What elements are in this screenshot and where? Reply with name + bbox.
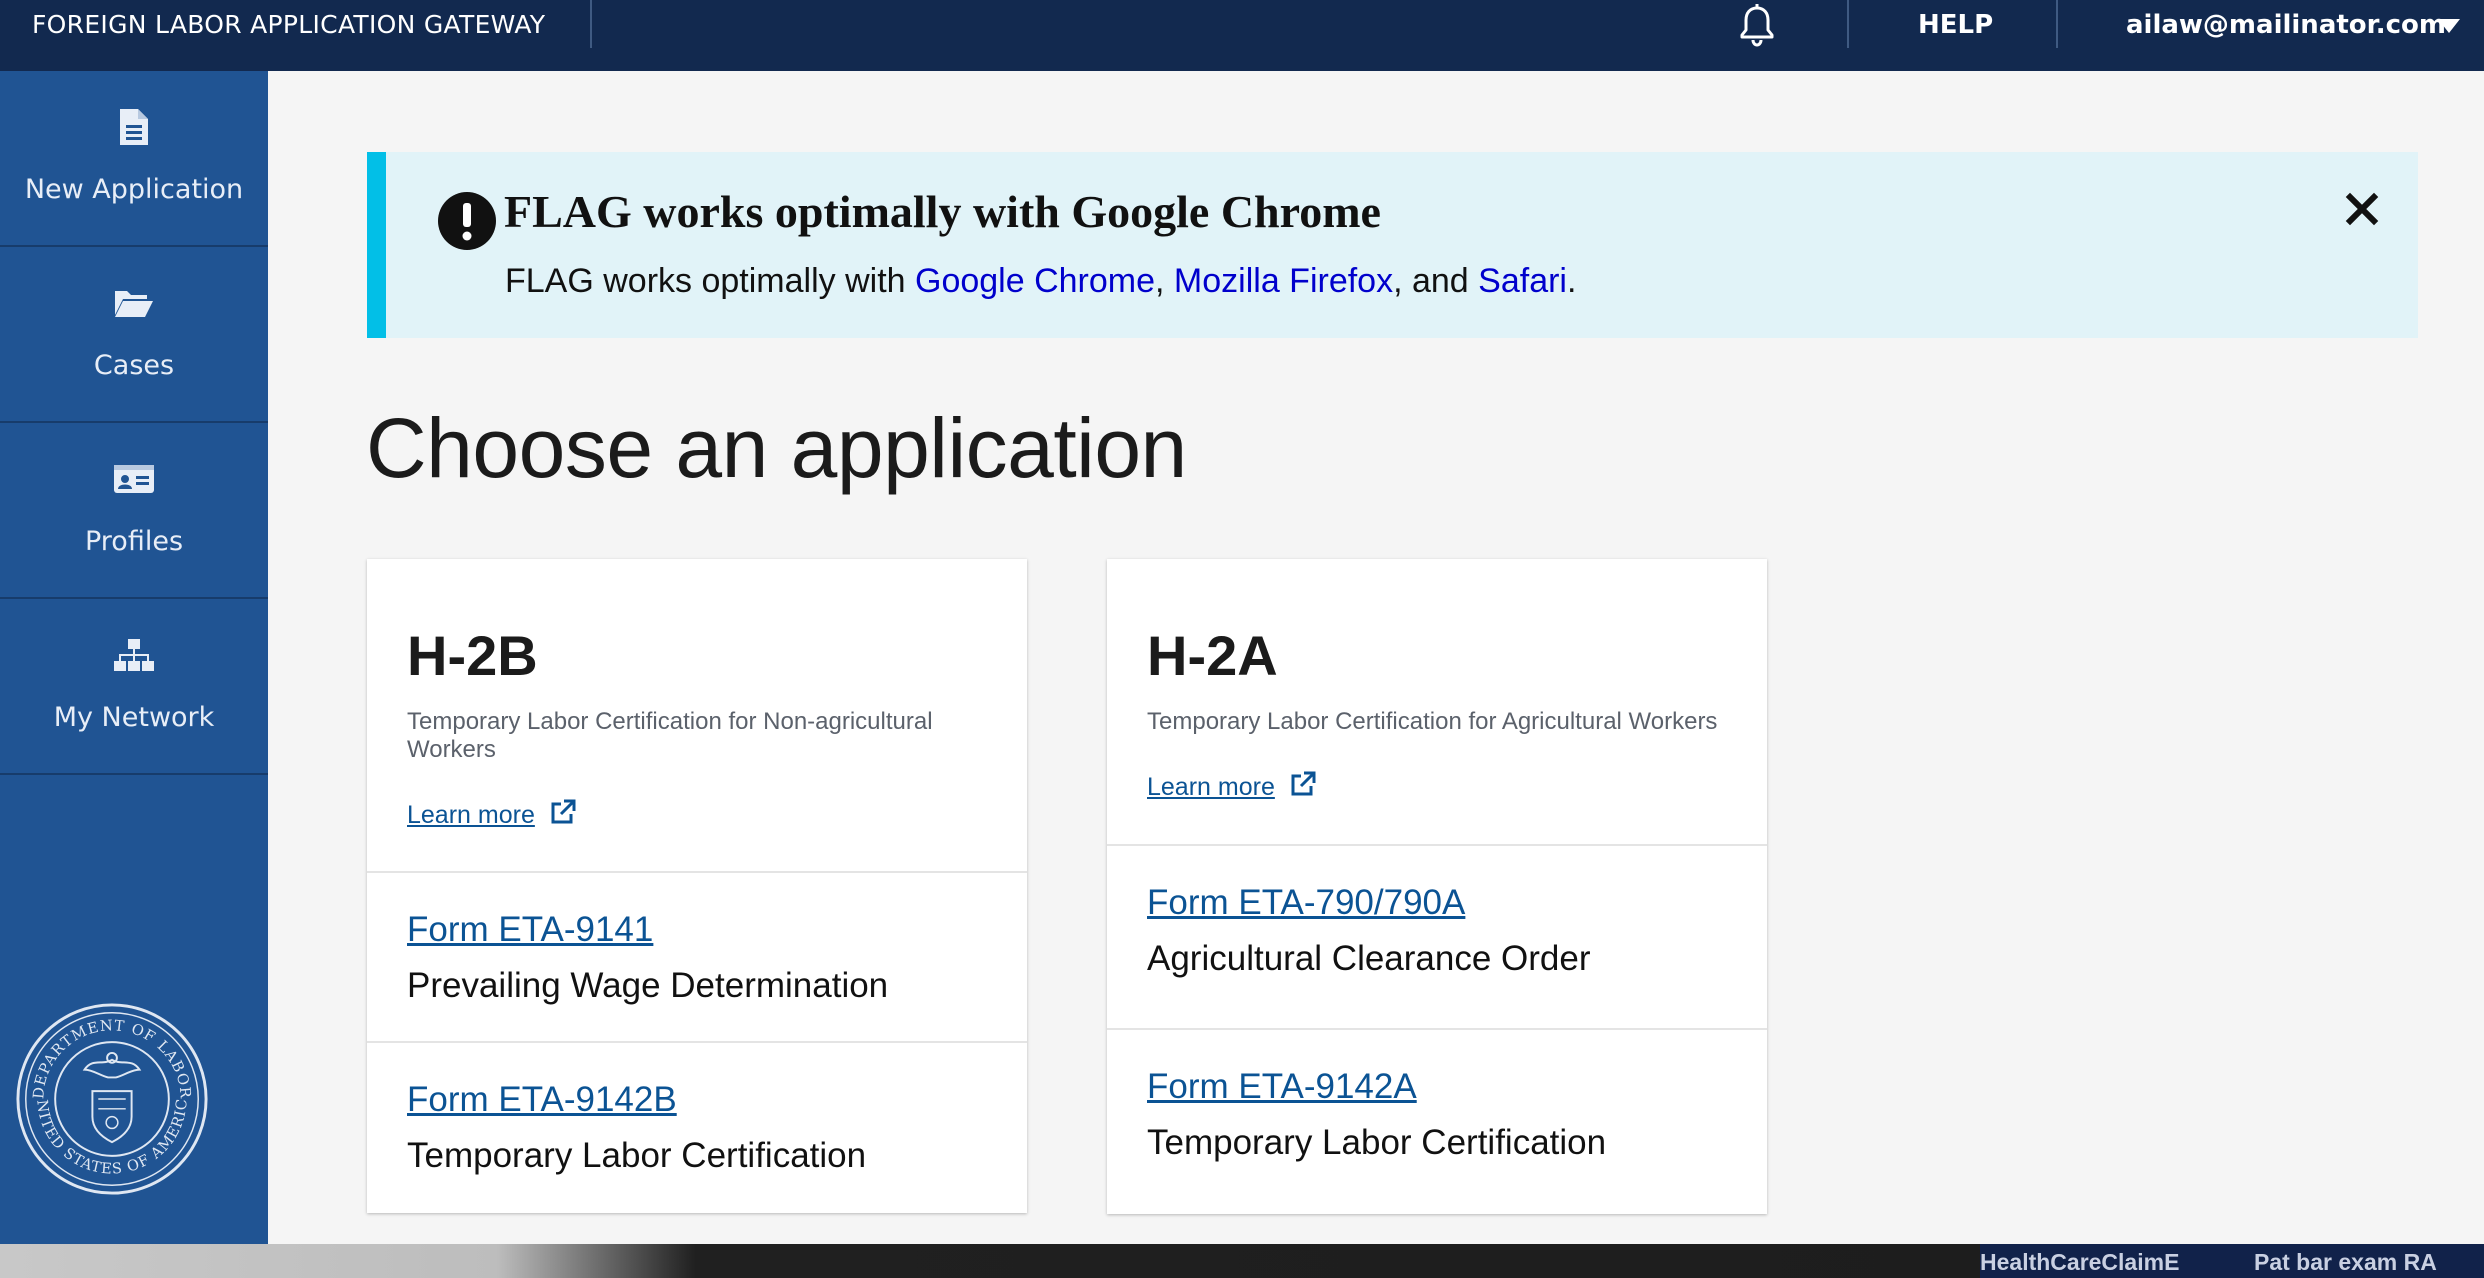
form-row: Form ETA-9142A Temporary Labor Certifica… [1107, 1030, 1767, 1214]
svg-text:DEPARTMENT OF LABOR: DEPARTMENT OF LABOR [30, 1017, 194, 1099]
user-menu[interactable]: ailaw@mailinator.com [2126, 0, 2446, 50]
sitemap-icon [114, 639, 154, 671]
divider [1847, 0, 1849, 48]
banner-text-sep: , and [1393, 262, 1479, 300]
application-card-h2b: H-2B Temporary Labor Certification for N… [367, 559, 1027, 1213]
page-title: Choose an application [366, 401, 1187, 495]
form-row: Form ETA-9142B Temporary Labor Certifica… [367, 1043, 1027, 1213]
learn-more-label: Learn more [1147, 773, 1275, 801]
card-header: H-2B Temporary Labor Certification for N… [367, 559, 1027, 873]
taskbar: HealthCareClaimE Pat bar exam RA [1980, 1244, 2484, 1278]
form-eta-9142b-link[interactable]: Form ETA-9142B [407, 1080, 677, 1120]
sidebar-item-label: New Application [24, 174, 244, 205]
sidebar-item-label: Cases [93, 350, 175, 381]
card-heading: H-2A [1147, 624, 1278, 687]
divider [590, 0, 592, 48]
card-description: Temporary Labor Certification for Agricu… [1147, 708, 1718, 735]
id-card-icon [114, 465, 154, 493]
banner-accent-bar [367, 152, 386, 338]
document-icon [120, 109, 148, 145]
banner-heading: FLAG works optimally with Google Chrome [504, 186, 1381, 237]
top-bar: FOREIGN LABOR APPLICATION GATEWAY HELP a… [0, 0, 2484, 71]
card-header: H-2A Temporary Labor Certification for A… [1107, 559, 1767, 846]
safari-link[interactable]: Safari [1478, 262, 1567, 300]
close-icon[interactable] [2342, 189, 2382, 229]
sidebar-item-profiles[interactable]: Profiles [0, 423, 268, 599]
folder-open-icon [115, 291, 153, 317]
learn-more-link[interactable]: Learn more [1147, 770, 1317, 802]
learn-more-label: Learn more [407, 801, 535, 829]
sidebar-item-my-network[interactable]: My Network [0, 599, 268, 775]
sidebar-item-cases[interactable]: Cases [0, 247, 268, 423]
form-eta-9141-link[interactable]: Form ETA-9141 [407, 910, 653, 950]
sidebar: New Application Cases Profiles My Networ… [0, 71, 268, 1244]
banner-text-sep: , [1155, 262, 1174, 300]
browser-notice-banner: FLAG works optimally with Google Chrome … [367, 152, 2418, 338]
application-card-h2a: H-2A Temporary Labor Certification for A… [1107, 559, 1767, 1214]
learn-more-link[interactable]: Learn more [407, 798, 577, 830]
card-heading: H-2B [407, 624, 538, 687]
help-link[interactable]: HELP [1918, 0, 1993, 50]
google-chrome-link[interactable]: Google Chrome [915, 262, 1155, 300]
card-description: Temporary Labor Certification for Non-ag… [407, 708, 933, 763]
banner-text: FLAG works optimally with Google Chrome,… [505, 262, 1576, 301]
form-description: Temporary Labor Certification [1147, 1123, 1607, 1162]
form-row: Form ETA-790/790A Agricultural Clearance… [1107, 846, 1767, 1030]
divider [2056, 0, 2058, 48]
banner-text-prefix: FLAG works optimally with [505, 262, 915, 300]
app-title[interactable]: FOREIGN LABOR APPLICATION GATEWAY [32, 0, 545, 50]
banner-text-suffix: . [1567, 262, 1577, 300]
external-link-icon [551, 799, 576, 824]
form-description: Agricultural Clearance Order [1147, 939, 1591, 978]
sidebar-item-label: Profiles [84, 526, 184, 557]
sidebar-item-label: My Network [53, 702, 215, 733]
caret-down-icon[interactable] [2437, 17, 2461, 35]
form-eta-9142a-link[interactable]: Form ETA-9142A [1147, 1067, 1417, 1107]
form-row: Form ETA-9141 Prevailing Wage Determinat… [367, 873, 1027, 1043]
mozilla-firefox-link[interactable]: Mozilla Firefox [1174, 262, 1393, 300]
department-of-labor-seal: DEPARTMENT OF LABOR UNITED STATES OF AME… [14, 1001, 208, 1195]
external-link-icon [1291, 771, 1316, 796]
sidebar-item-new-application[interactable]: New Application [0, 71, 268, 247]
taskbar-item[interactable]: HealthCareClaimE [1980, 1249, 2179, 1276]
bell-icon[interactable] [1733, 2, 1781, 50]
exclamation-circle-icon [438, 192, 496, 250]
form-description: Temporary Labor Certification [407, 1136, 867, 1175]
form-eta-790-790a-link[interactable]: Form ETA-790/790A [1147, 883, 1465, 923]
taskbar-item[interactable]: Pat bar exam RA [2254, 1249, 2437, 1276]
form-description: Prevailing Wage Determination [407, 966, 889, 1005]
